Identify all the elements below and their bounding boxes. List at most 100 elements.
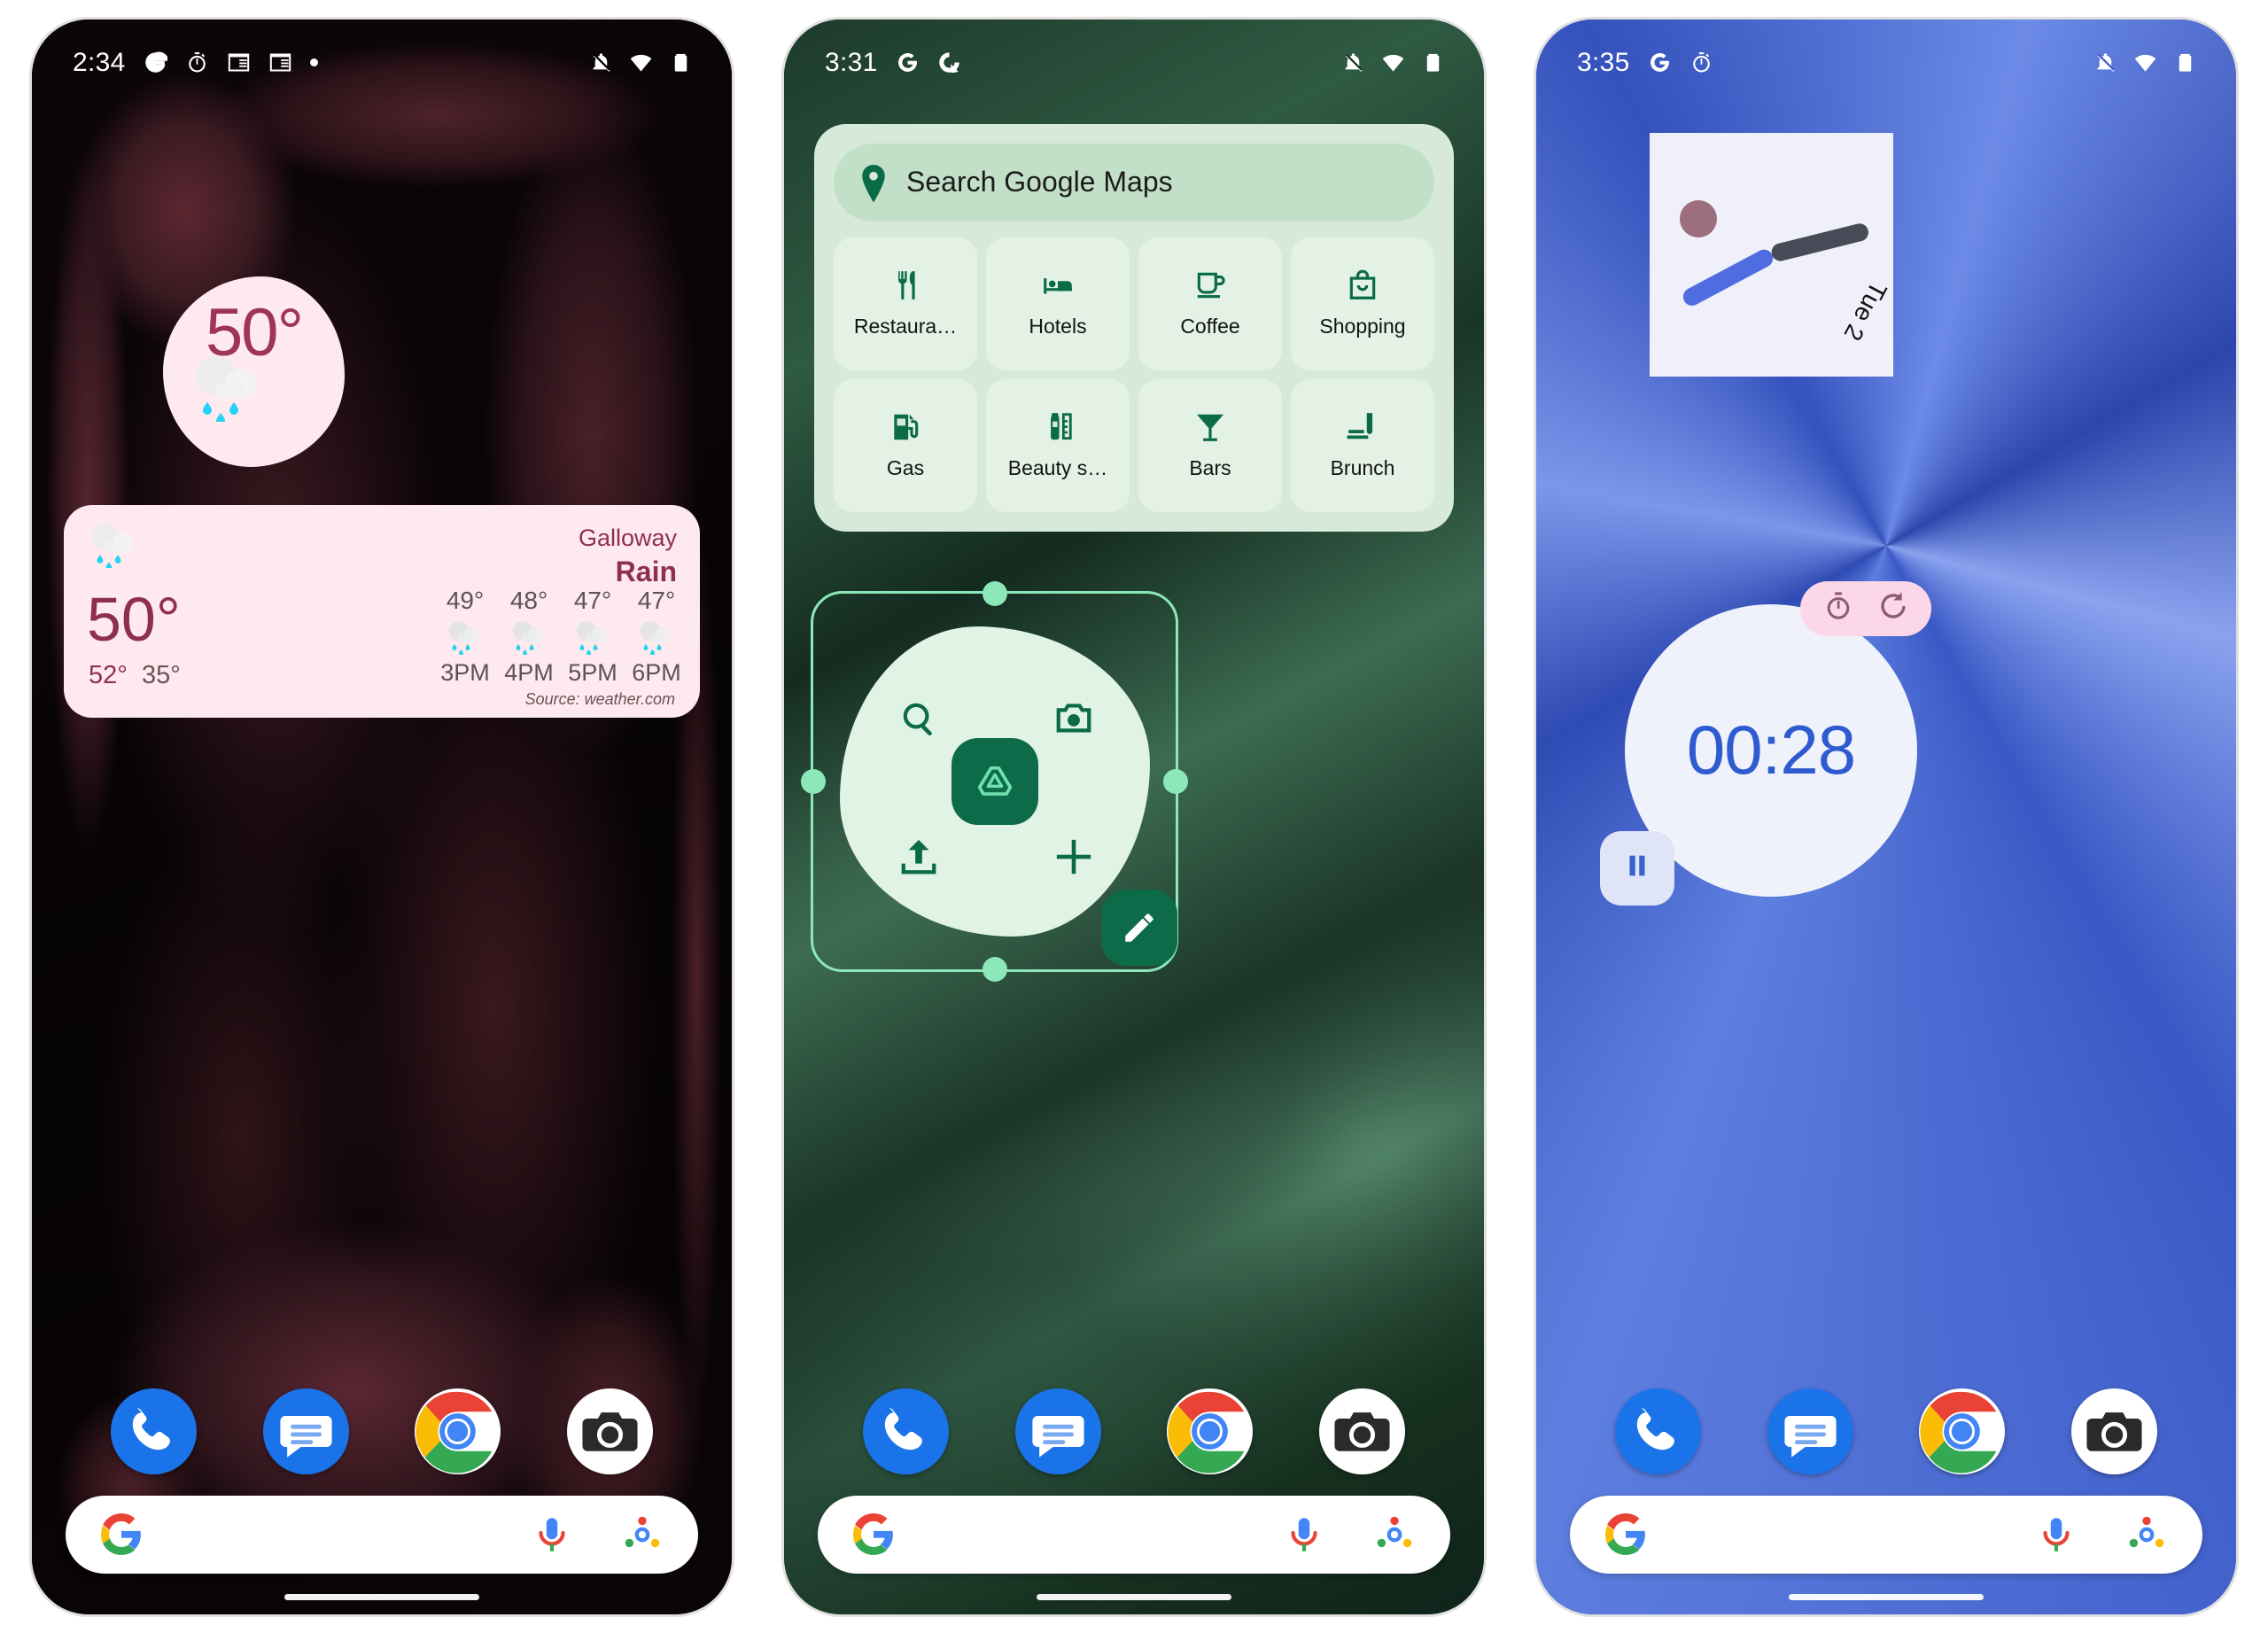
maps-category-brunch[interactable]: Brunch [1291,378,1434,512]
resize-handle-bottom[interactable] [982,956,1007,982]
google-g-icon [851,1512,896,1557]
weather-card-widget[interactable]: Galloway Rain 50° 52° 35° 49° 3PM 48° 4P… [64,504,700,718]
status-time: 3:31 [825,47,878,77]
map-pin-icon [858,164,889,202]
hourly-item: 47° 5PM [567,587,618,687]
hourly-label: 6PM [632,658,681,686]
pencil-edit-icon[interactable] [1101,889,1177,966]
upload-icon[interactable] [898,836,939,877]
cocktail-glass-icon [1193,410,1227,444]
chrome-app-icon[interactable] [1167,1388,1254,1474]
google-g-icon [1648,51,1672,74]
search-bar-actions [530,1512,664,1557]
microphone-icon[interactable] [2034,1512,2078,1557]
phone-app-icon[interactable] [863,1388,950,1474]
stopwatch-icon[interactable] [1822,590,1854,626]
maps-search-field[interactable]: Search Google Maps [834,143,1434,222]
timer-pause-button[interactable] [1600,830,1674,906]
notifications-off-icon [1341,51,1365,74]
search-icon[interactable] [898,698,939,739]
maps-search-placeholder: Search Google Maps [906,166,1173,198]
weather-location: Galloway [578,524,677,551]
widget-resize-selection[interactable] [801,580,1188,982]
clock-accent-dot [1680,199,1717,237]
maps-category-label: Hotels [1029,315,1087,338]
resize-handle-top[interactable] [982,580,1007,606]
gesture-nav-bar[interactable] [1037,1593,1231,1600]
weather-high: 52° [89,660,128,689]
timer-icon [1689,51,1713,74]
google-search-bar[interactable] [1570,1495,2202,1574]
analog-clock-widget[interactable]: Tue 2 [1650,132,1893,377]
maps-category-gas[interactable]: Gas [834,378,977,512]
dock [784,1388,1484,1474]
status-bar: 3:35 [1536,19,2236,87]
maps-category-beauty-salons[interactable]: Beauty s… [986,378,1130,512]
hourly-temp: 49° [446,586,485,614]
dock [32,1388,732,1474]
phone-maps: 3:31 Search Google Maps Restaura… Hotels… [784,19,1484,1614]
google-lens-icon[interactable] [620,1512,664,1557]
weather-source: Source: weather.com [524,689,675,708]
maps-category-label: Gas [886,456,925,479]
weather-temperature: 50° [87,584,181,654]
notifications-off-icon [589,51,613,74]
maps-category-label: Coffee [1180,315,1240,338]
shopping-bag-icon [1346,268,1379,302]
google-search-bar[interactable] [818,1495,1450,1574]
microphone-icon[interactable] [1282,1512,1326,1557]
resize-handle-right[interactable] [1163,768,1188,794]
microphone-icon[interactable] [530,1512,574,1557]
messages-app-icon[interactable] [262,1388,349,1474]
brunch-icon [1346,410,1379,444]
google-lens-icon[interactable] [2124,1512,2169,1557]
maps-category-restaurants[interactable]: Restaura… [834,237,977,370]
hourly-item: 48° 4PM [503,587,555,687]
nail-polish-icon [1041,410,1075,444]
camera-app-icon[interactable] [1318,1388,1405,1474]
weather-location-block: Galloway Rain [579,525,677,588]
pause-icon [1622,851,1652,885]
rain-cloud-icon [567,617,618,657]
reset-icon[interactable] [1877,590,1909,626]
screenshot-stage: 2:34 50° Galloway Rain 50° 52° 35° 49° 3… [0,0,2268,1633]
maps-category-coffee[interactable]: Coffee [1138,237,1282,370]
resize-handle-left[interactable] [801,768,826,794]
weather-high-low: 52° 35° [89,661,181,690]
search-bar-actions [1282,1512,1417,1557]
gesture-nav-bar[interactable] [1789,1593,1984,1600]
gas-pump-icon [889,410,922,444]
maps-category-bars[interactable]: Bars [1138,378,1282,512]
camera-app-icon[interactable] [2070,1388,2157,1474]
maps-category-shopping[interactable]: Shopping [1291,237,1434,370]
camera-app-icon[interactable] [566,1388,653,1474]
chrome-app-icon[interactable] [1919,1388,2006,1474]
phone-app-icon[interactable] [111,1388,198,1474]
wifi-icon [1381,51,1405,74]
google-maps-widget: Search Google Maps Restaura… Hotels Coff… [814,123,1454,532]
gesture-nav-bar[interactable] [284,1593,479,1600]
camera-icon[interactable] [1053,698,1094,739]
wifi-icon [2133,51,2157,74]
timer-icon [185,51,209,74]
google-lens-icon[interactable] [1372,1512,1417,1557]
phone-app-icon[interactable] [1615,1388,1702,1474]
status-time: 2:34 [73,47,126,77]
battery-icon [2173,51,2197,74]
status-bar-left: 3:35 [1577,48,1713,78]
calendar-icon [227,51,251,74]
maps-category-label: Bars [1189,456,1231,479]
hourly-temp: 48° [509,586,548,614]
hourly-label: 5PM [568,658,617,686]
plus-icon[interactable] [1053,836,1094,877]
messages-app-icon[interactable] [1767,1388,1853,1474]
weather-bubble-widget[interactable]: 50° [163,276,345,467]
chrome-app-icon[interactable] [415,1388,501,1474]
timer-mode-toggle[interactable] [1800,580,1931,636]
google-search-bar[interactable] [66,1495,698,1574]
maps-category-hotels[interactable]: Hotels [986,237,1130,370]
timer-widget[interactable]: 00:28 [1600,580,1931,906]
rain-cloud-icon [631,617,682,657]
messages-app-icon[interactable] [1014,1388,1101,1474]
drive-logo-icon[interactable] [951,737,1038,825]
